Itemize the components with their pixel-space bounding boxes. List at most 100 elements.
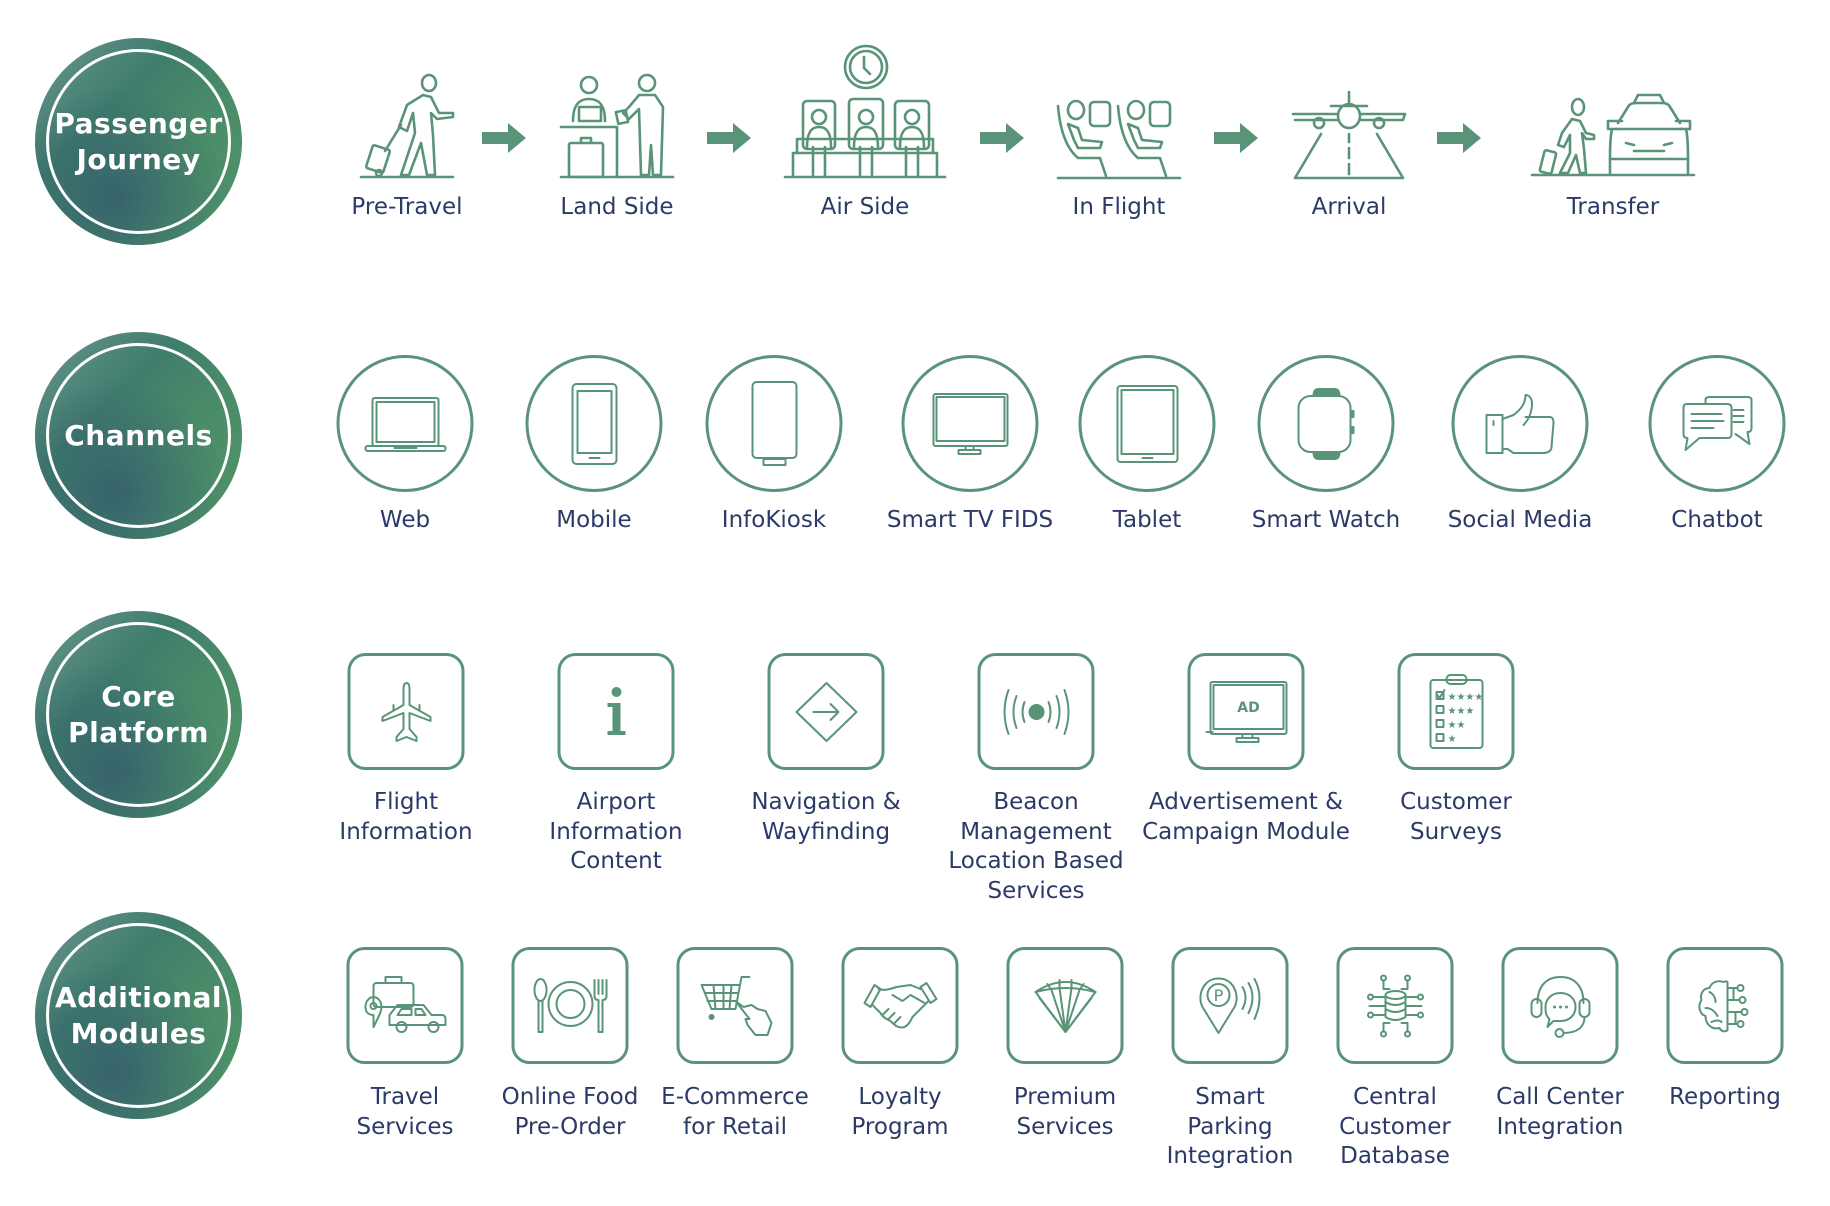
chat-bubbles-icon — [1682, 395, 1752, 451]
svg-text:★★★★: ★★★★ — [1447, 692, 1483, 703]
core-label: Flight Information — [339, 789, 473, 845]
svg-text:★★: ★★ — [1447, 720, 1465, 731]
channel-label: Mobile — [556, 507, 632, 533]
database-network-icon — [1366, 974, 1424, 1037]
module-label: Travel Services — [356, 1084, 454, 1140]
category-label: Additional Modules — [55, 980, 222, 1050]
journey-step-transfer — [1530, 93, 1696, 181]
channel-infokiosk[interactable] — [705, 355, 843, 492]
channel-label: Tablet — [1112, 507, 1182, 533]
core-customer-surveys[interactable]: ★★★★ ★★★ ★★ ★ — [1397, 653, 1515, 770]
core-label: Airport Information Content — [549, 789, 683, 874]
survey-clipboard-icon: ★★★★ ★★★ ★★ ★ — [1429, 673, 1483, 749]
airplane-icon — [381, 681, 431, 742]
channel-label: Web — [379, 507, 431, 533]
beacon-icon — [1003, 688, 1069, 735]
info-icon — [607, 686, 625, 735]
module-central-customer-database[interactable] — [1336, 947, 1454, 1064]
module-label: Central Customer Database — [1339, 1084, 1451, 1169]
core-airport-information-content[interactable] — [557, 653, 675, 770]
module-online-food-preorder[interactable] — [511, 947, 629, 1064]
journey-step-arrival — [1291, 90, 1407, 184]
check-in-counter-icon — [559, 73, 675, 179]
laptop-icon — [364, 396, 446, 452]
module-reporting[interactable] — [1666, 947, 1784, 1064]
module-label: Loyalty Program — [851, 1084, 949, 1140]
module-call-center-integration[interactable] — [1501, 947, 1619, 1064]
core-navigation-wayfinding[interactable] — [767, 653, 885, 770]
category-label: Channels — [64, 418, 213, 452]
core-label: Navigation & Wayfinding — [751, 789, 901, 845]
channel-label: Smart Watch — [1251, 507, 1401, 533]
waiting-lounge-icon — [783, 44, 947, 179]
category-passenger-journey: Passenger Journey — [35, 38, 242, 245]
thumbs-up-icon — [1485, 393, 1554, 454]
journey-step-label: Pre-Travel — [351, 194, 463, 220]
journey-step-label: Arrival — [1311, 194, 1387, 220]
module-label: E-Commerce for Retail — [661, 1084, 809, 1140]
arrow-right-icon — [482, 123, 526, 153]
journey-step-label: In Flight — [1072, 194, 1166, 220]
ad-text: AD — [1237, 700, 1259, 716]
journey-step-label: Transfer — [1566, 194, 1660, 220]
channel-social-media[interactable] — [1451, 355, 1589, 492]
journey-step-pre-travel — [357, 73, 457, 183]
journey-step-label: Land Side — [560, 194, 674, 220]
airplane-landing-icon — [1291, 90, 1407, 180]
module-label: Online Food Pre-Order — [501, 1084, 639, 1140]
module-ecommerce-retail[interactable] — [676, 947, 794, 1064]
travel-car-luggage-icon — [364, 975, 446, 1033]
diamond-icon — [1034, 978, 1096, 1033]
core-label: Customer Surveys — [1400, 789, 1512, 845]
core-label: Advertisement & Campaign Module — [1142, 789, 1350, 845]
category-core-platform: Core Platform — [35, 611, 242, 818]
arrow-right-icon — [1214, 123, 1258, 153]
parking-letter: P — [1213, 986, 1223, 1005]
headset-icon — [1530, 975, 1590, 1038]
svg-text:★: ★ — [1447, 734, 1456, 745]
module-label: Premium Services — [1013, 1084, 1117, 1140]
channel-chatbot[interactable] — [1648, 355, 1786, 492]
module-label: Smart Parking Integration — [1166, 1084, 1294, 1169]
channel-mobile[interactable] — [525, 355, 663, 492]
core-advertisement-campaign[interactable]: AD — [1187, 653, 1305, 770]
channel-smart-watch[interactable] — [1257, 355, 1395, 492]
module-premium-services[interactable] — [1006, 947, 1124, 1064]
brain-circuit-icon — [1697, 979, 1748, 1032]
arrow-right-icon — [980, 123, 1024, 153]
shopping-cart-hand-icon — [700, 975, 772, 1036]
handshake-icon — [863, 981, 937, 1028]
channel-label: Smart TV FIDS — [886, 507, 1054, 533]
category-label: Passenger Journey — [54, 106, 223, 176]
journey-step-label: Air Side — [820, 194, 910, 220]
module-smart-parking[interactable]: P — [1171, 947, 1289, 1064]
category-label: Core Platform — [68, 679, 209, 749]
direction-sign-icon — [795, 681, 857, 742]
journey-step-land-side — [559, 73, 675, 183]
category-additional-modules: Additional Modules — [35, 912, 242, 1119]
plate-cutlery-icon — [533, 977, 607, 1033]
channel-label: Chatbot — [1671, 507, 1763, 533]
channel-web[interactable] — [336, 355, 474, 492]
smartwatch-icon — [1297, 387, 1354, 460]
module-label: Call Center Integration — [1496, 1084, 1624, 1140]
kiosk-icon — [751, 380, 797, 466]
channel-label: Social Media — [1447, 507, 1593, 533]
arrow-right-icon — [1437, 123, 1481, 153]
arrow-right-icon — [707, 123, 751, 153]
tablet-icon — [1116, 384, 1178, 463]
channel-label: InfoKiosk — [721, 507, 827, 533]
parking-pin-icon: P — [1198, 977, 1260, 1034]
svg-text:★★★: ★★★ — [1447, 706, 1474, 717]
core-flight-information[interactable] — [347, 653, 465, 770]
core-beacon-management[interactable] — [977, 653, 1095, 770]
channel-tablet[interactable] — [1078, 355, 1216, 492]
module-label: Reporting — [1669, 1084, 1781, 1110]
core-label: Beacon Management Location Based Service… — [948, 789, 1124, 904]
module-loyalty-program[interactable] — [841, 947, 959, 1064]
channel-smart-tv-fids[interactable] — [901, 355, 1039, 492]
airplane-seats-icon — [1056, 99, 1182, 180]
journey-step-air-side — [783, 44, 947, 183]
module-travel-services[interactable] — [346, 947, 464, 1064]
ad-monitor-icon: AD — [1205, 680, 1287, 743]
